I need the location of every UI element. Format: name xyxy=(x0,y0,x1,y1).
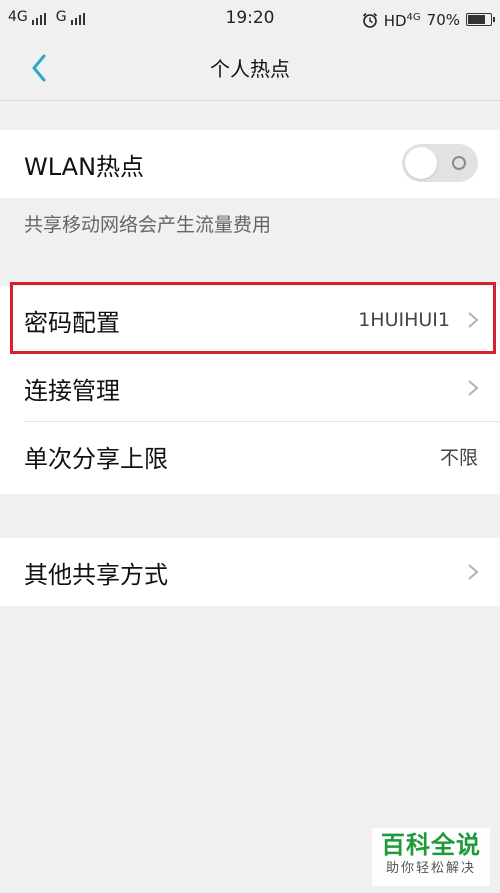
wlan-hotspot-toggle[interactable] xyxy=(402,144,478,182)
password-config-label: 密码配置 xyxy=(24,308,120,337)
settings-group: 密码配置 1HUIHUI1 连接管理 单次分享上限 不限 xyxy=(0,286,500,494)
status-bar: 4G G 19:20 HD4G 70% xyxy=(0,0,500,36)
share-limit-row[interactable]: 单次分享上限 不限 xyxy=(0,422,500,490)
hotspot-description: 共享移动网络会产生流量费用 xyxy=(24,214,272,236)
connection-management-label: 连接管理 xyxy=(24,376,120,405)
chevron-right-icon xyxy=(468,564,479,580)
off-indicator-icon xyxy=(452,156,466,170)
password-config-row[interactable]: 密码配置 1HUIHUI1 xyxy=(0,286,500,354)
watermark-logo: 百科全说 助你轻松解决 xyxy=(372,828,490,886)
toggle-knob xyxy=(405,147,437,179)
watermark-subtitle: 助你轻松解决 xyxy=(385,861,476,876)
wlan-hotspot-row: WLAN热点 xyxy=(0,130,500,198)
connection-management-row[interactable]: 连接管理 xyxy=(0,354,500,422)
battery-level-fill xyxy=(468,15,485,24)
password-config-value: 1HUIHUI1 xyxy=(358,309,450,331)
hotspot-group: WLAN热点 xyxy=(0,130,500,198)
page-title: 个人热点 xyxy=(210,57,290,81)
alarm-icon xyxy=(362,12,377,28)
hd-indicator: HD4G xyxy=(383,12,421,30)
chevron-right-icon xyxy=(468,380,479,396)
data-network-label: 4G xyxy=(406,12,421,23)
navigation-bar: 个人热点 xyxy=(0,36,500,101)
other-sharing-label: 其他共享方式 xyxy=(24,560,168,589)
share-limit-value: 不限 xyxy=(439,446,478,469)
battery-icon xyxy=(466,13,495,26)
other-sharing-group: 其他共享方式 xyxy=(0,538,500,606)
other-sharing-row[interactable]: 其他共享方式 xyxy=(0,538,500,606)
chevron-right-icon xyxy=(468,312,479,328)
status-icons: HD4G 70% xyxy=(362,8,495,31)
battery-percent: 70% xyxy=(426,10,460,29)
watermark-title: 百科全说 xyxy=(381,831,481,859)
wlan-hotspot-label: WLAN热点 xyxy=(24,152,145,181)
share-limit-label: 单次分享上限 xyxy=(24,444,168,473)
